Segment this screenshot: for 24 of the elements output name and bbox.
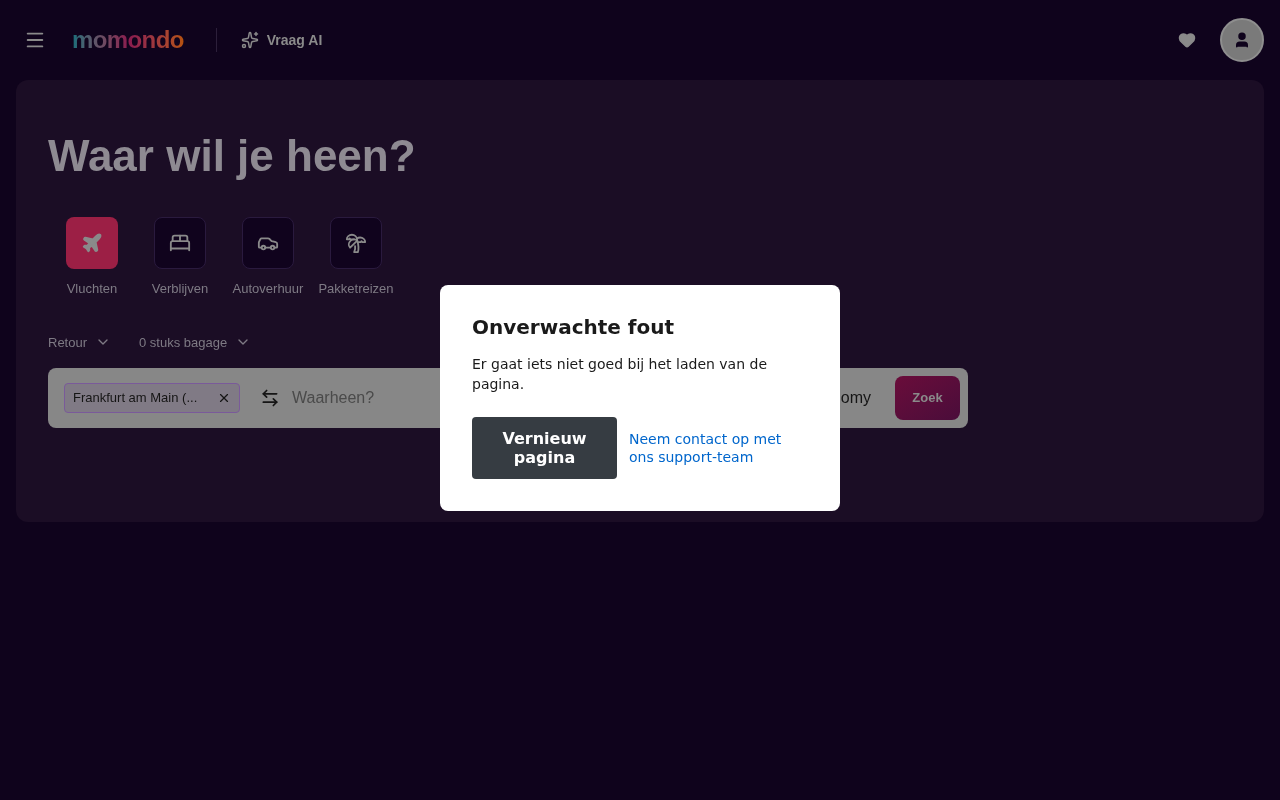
palm-icon: [345, 232, 367, 254]
plane-icon: [81, 232, 103, 254]
close-icon[interactable]: [217, 391, 231, 405]
swap-button[interactable]: [260, 388, 280, 408]
page-title: Waar wil je heen?: [48, 130, 417, 182]
search-button[interactable]: Zoek: [895, 376, 960, 420]
option-dropdown[interactable]: 0 stuks bagage: [139, 332, 252, 352]
option-dropdown[interactable]: Retour: [48, 332, 112, 352]
reload-button[interactable]: Vernieuw pagina: [472, 417, 617, 479]
bed-icon: [169, 232, 191, 254]
category-tab[interactable]: Vluchten: [48, 217, 136, 299]
cabin-dropdown[interactable]: omy: [840, 386, 871, 410]
category-tab[interactable]: Verblijven: [136, 217, 224, 299]
dialog-title: Onverwachte fout: [472, 317, 676, 337]
person-icon: [1233, 31, 1251, 49]
category-tab[interactable]: Pakketreizen: [312, 217, 400, 299]
profile-button[interactable]: [1220, 18, 1264, 62]
favorites-button[interactable]: [1178, 31, 1196, 49]
support-link[interactable]: Neem contact op met ons support-team: [629, 430, 799, 466]
dialog-message: Er gaat iets niet goed bij het laden van de pagina.: [472, 355, 768, 394]
sparkle-icon: [240, 31, 259, 49]
origin-chip[interactable]: Frankfurt am Main (...: [64, 383, 240, 413]
ask-ai-button[interactable]: Vraag AI: [240, 30, 323, 50]
category-tab[interactable]: Autoverhuur: [224, 217, 312, 299]
